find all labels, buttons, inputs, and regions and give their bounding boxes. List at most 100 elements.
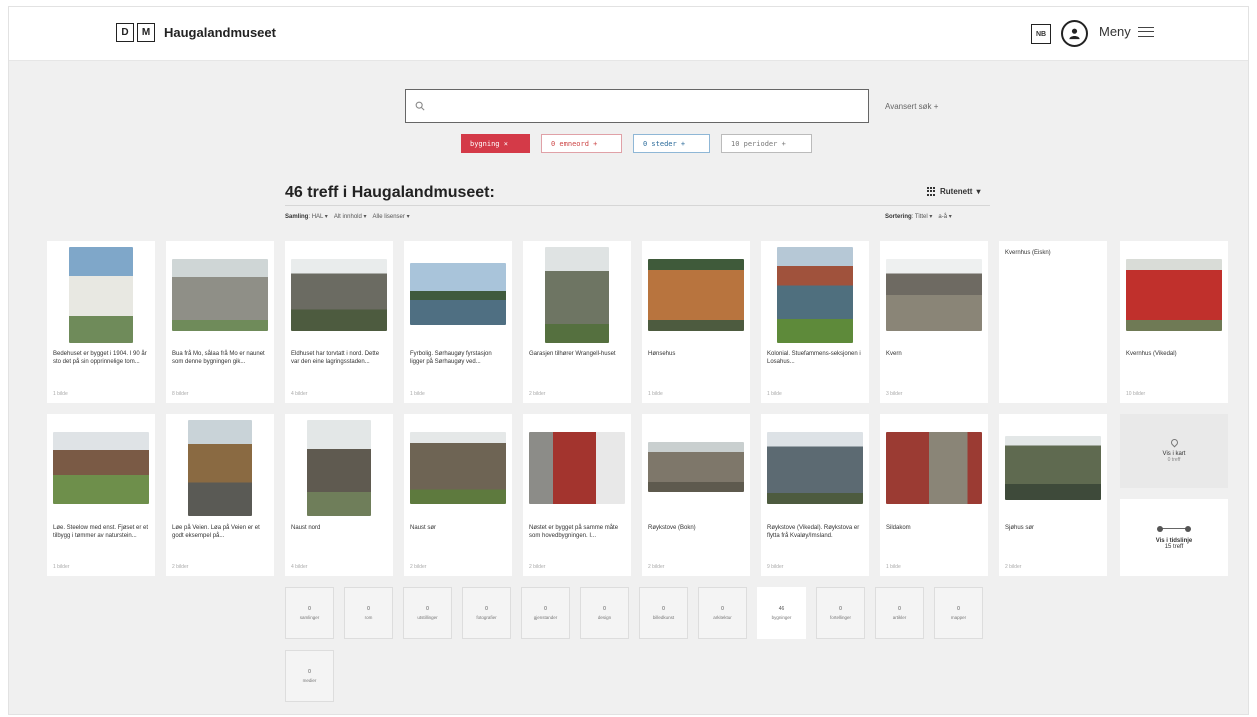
result-card[interactable]: Kvernhus (Vikedal) 10 bilder <box>1120 241 1228 403</box>
tile-artikler[interactable]: 0 artikler <box>875 587 924 639</box>
result-card[interactable]: Sjøhus sør 2 bilder <box>999 414 1107 576</box>
result-card[interactable]: Røykstove (Vikedal). Røykstova er flytta… <box>761 414 869 576</box>
card-meta: 2 bilder <box>648 564 665 570</box>
tile-mapper[interactable]: 0 mapper <box>934 587 983 639</box>
card-caption: Sjøhus sør <box>1005 525 1035 531</box>
tile-billedkunst[interactable]: 0 billedkunst <box>639 587 688 639</box>
tile-gjenstander[interactable]: 0 gjenstander <box>521 587 570 639</box>
card-meta: 2 bilder <box>529 391 546 397</box>
card-caption: Kvernhus (Vikedal) <box>1126 351 1177 357</box>
tile-bygninger[interactable]: 46 bygninger <box>757 587 806 639</box>
tile-rom[interactable]: 0 rom <box>344 587 393 639</box>
hamburger-icon <box>1137 26 1154 37</box>
result-card[interactable]: Naust nord 4 bilder <box>285 414 393 576</box>
card-image <box>69 247 133 343</box>
search-input[interactable] <box>431 92 868 120</box>
card-image <box>1126 259 1222 331</box>
result-card[interactable]: Løe på Veien. Løa på Veien er et godt ek… <box>166 414 274 576</box>
card-meta: 4 bilder <box>291 564 308 570</box>
search-icon <box>415 101 425 111</box>
card-meta: 2 bilder <box>410 564 427 570</box>
card-image <box>545 247 609 343</box>
filter-chip-emneord[interactable]: 0 emneord + <box>541 134 622 153</box>
card-caption: Garasjen tilhører Wrangell-huset <box>529 351 616 357</box>
card-caption: Kolonial. Stuefammens-seksjonen i Losahu… <box>767 351 861 365</box>
language-switcher[interactable]: NB <box>1031 24 1051 44</box>
card-meta: 1 bilde <box>410 391 425 397</box>
card-caption: Kvern <box>886 351 902 357</box>
card-image <box>777 247 853 343</box>
result-card[interactable]: Røykstove (Bokn) 2 bilder <box>642 414 750 576</box>
advanced-search-link[interactable]: Avansert søk + <box>885 102 938 111</box>
result-card[interactable]: Fyrbolig. Sørhaugøy fyrstasjon ligger på… <box>404 241 512 403</box>
card-image <box>886 259 982 331</box>
sort-field-select[interactable]: Tittel <box>915 214 928 220</box>
tile-fortellinger[interactable]: 0 fortellinger <box>816 587 865 639</box>
card-meta: 1 bilde <box>648 391 663 397</box>
card-image <box>1005 436 1101 500</box>
collection-label: Samling <box>285 214 309 220</box>
card-meta: 8 bilder <box>172 391 189 397</box>
menu-button[interactable]: Meny <box>1099 24 1154 39</box>
card-caption: Kvernhus (Eiskn) <box>1005 250 1051 256</box>
timeline-count: 15 treff <box>1164 543 1184 550</box>
card-image <box>886 432 982 504</box>
show-on-timeline-button[interactable]: Vis i tidslinje 15 treff <box>1120 499 1228 576</box>
card-image <box>648 259 744 331</box>
card-caption: Hønsehus <box>648 351 676 357</box>
tile-samlinger[interactable]: 0 samlinger <box>285 587 334 639</box>
result-card[interactable]: Kolonial. Stuefammens-seksjonen i Losahu… <box>761 241 869 403</box>
filter-chip-steder[interactable]: 0 steder + <box>633 134 710 153</box>
view-label: Rutenett <box>940 187 973 196</box>
license-filter-select[interactable]: Alle lisenser <box>373 214 405 220</box>
menu-label: Meny <box>1099 24 1131 39</box>
result-card[interactable]: Kvern 3 bilder <box>880 241 988 403</box>
tile-fotografier[interactable]: 0 fotografier <box>462 587 511 639</box>
card-image <box>410 263 506 325</box>
card-caption: Sildakom <box>886 525 911 531</box>
filter-chips: bygning × 0 emneord + 0 steder + 10 peri… <box>461 134 812 153</box>
card-meta: 3 bilder <box>886 391 903 397</box>
tile-design[interactable]: 0 design <box>580 587 629 639</box>
map-pin-icon <box>1169 437 1179 448</box>
tile-arkitektur[interactable]: 0 arkitektur <box>698 587 747 639</box>
view-toggle[interactable]: Rutenett ▾ <box>927 187 980 196</box>
filter-chip-bygning[interactable]: bygning × <box>461 134 530 153</box>
filter-chip-perioder[interactable]: 10 perioder + <box>721 134 812 153</box>
result-card[interactable]: Bedehuset er bygget i 1904. I 90 år sto … <box>47 241 155 403</box>
site-name: Haugalandmuseet <box>164 25 276 40</box>
tile-medier[interactable]: 0 medier <box>285 650 334 702</box>
result-card[interactable]: Sildakom 1 bilde <box>880 414 988 576</box>
result-card[interactable]: Naust sør 2 bilder <box>404 414 512 576</box>
card-caption: Røykstove (Bokn) <box>648 525 696 531</box>
logo-letter-d: D <box>116 23 134 42</box>
result-card[interactable]: Garasjen tilhører Wrangell-huset 2 bilde… <box>523 241 631 403</box>
card-image <box>291 259 387 331</box>
page-frame: D M Haugalandmuseet NB Meny Avansert søk… <box>8 6 1249 715</box>
card-meta: 2 bilder <box>172 564 189 570</box>
card-caption: Nøstet er bygget på samme måte som hoved… <box>529 525 619 539</box>
card-meta: 1 bilde <box>886 564 901 570</box>
user-icon[interactable] <box>1061 20 1088 47</box>
collection-filters: Samling: HAL ▾ Alt innhold ▾ Alle lisens… <box>285 214 410 220</box>
result-card[interactable]: Hønsehus 1 bilde <box>642 241 750 403</box>
result-card[interactable]: Eldhuset har torvtatt i nord. Dette var … <box>285 241 393 403</box>
card-meta: 2 bilder <box>529 564 546 570</box>
result-card[interactable]: Bua frå Mo, sålaa frå Mo er naunet som d… <box>166 241 274 403</box>
card-caption: Naust sør <box>410 525 437 531</box>
show-on-map-button[interactable]: Vis i kart 0 treff <box>1120 414 1228 488</box>
card-caption: Løe. Steelow med enst. Fjøset er et tilb… <box>53 525 149 539</box>
tile-utstillinger[interactable]: 0 utstillinger <box>403 587 452 639</box>
collection-select[interactable]: HAL <box>312 214 323 220</box>
results-title: 46 treff i Haugalandmuseet: <box>285 184 495 201</box>
site-logo[interactable]: D M Haugalandmuseet <box>116 23 276 42</box>
result-card[interactable]: Kvernhus (Eiskn) <box>999 241 1107 403</box>
sort-order-select[interactable]: a-å <box>938 214 947 220</box>
card-caption: Naust nord <box>291 525 321 531</box>
card-meta: 1 bilder <box>53 564 70 570</box>
content-filter-select[interactable]: Alt innhold <box>334 214 362 220</box>
result-card[interactable]: Løe. Steelow med enst. Fjøset er et tilb… <box>47 414 155 576</box>
card-image <box>188 420 252 516</box>
search-box[interactable] <box>405 89 869 123</box>
result-card[interactable]: Nøstet er bygget på samme måte som hoved… <box>523 414 631 576</box>
